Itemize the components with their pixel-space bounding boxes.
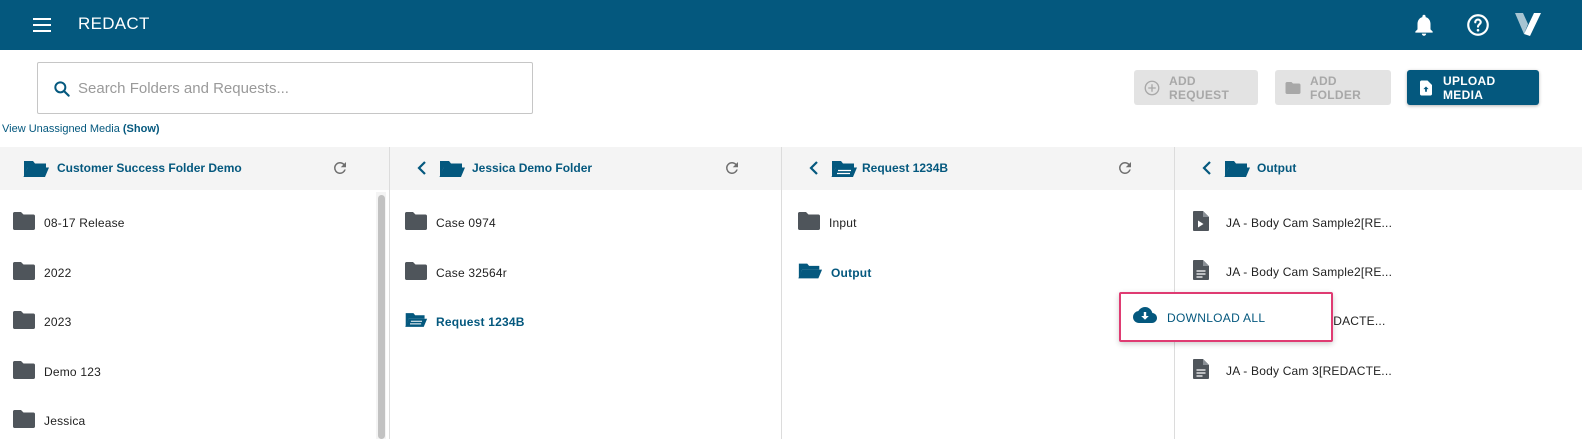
file-row[interactable]: JA - Body Cam Sample2[RE... — [1192, 259, 1393, 286]
brand-logo-icon — [1514, 10, 1542, 38]
refresh-icon[interactable] — [723, 159, 741, 182]
folder-label: Jessica — [44, 414, 86, 428]
request-folder-icon — [404, 310, 428, 335]
column-title: Customer Success Folder Demo — [57, 161, 242, 175]
folder-label: 2023 — [44, 315, 72, 329]
column-header-level-2: Request 1234B — [782, 147, 1174, 190]
document-file-icon — [1192, 259, 1210, 286]
add-request-label: ADD REQUEST — [1169, 73, 1230, 102]
request-label: Request 1234B — [436, 315, 525, 329]
folder-icon — [404, 211, 428, 236]
column-scrollbar[interactable] — [378, 195, 385, 439]
folder-row[interactable]: Case 0974 — [404, 211, 496, 235]
video-file-icon — [1192, 210, 1210, 237]
column-title: Request 1234B — [862, 161, 949, 175]
folder-label: Input — [829, 216, 857, 230]
context-menu: DOWNLOAD ALL — [1119, 292, 1333, 342]
folder-row[interactable]: Input — [797, 211, 857, 235]
folder-icon — [797, 211, 821, 236]
add-circle-icon — [1143, 79, 1161, 97]
chevron-left-icon[interactable] — [808, 160, 820, 181]
folder-row[interactable]: 08-17 Release — [12, 211, 125, 235]
column-divider — [389, 147, 390, 439]
folder-icon — [1284, 79, 1302, 97]
column-header-level-1: Jessica Demo Folder — [390, 147, 781, 190]
top-app-bar: REDACT — [0, 0, 1582, 50]
cloud-download-icon — [1133, 306, 1157, 329]
folder-label: Case 0974 — [436, 216, 496, 230]
folder-open-icon — [797, 261, 823, 286]
folder-label: Case 32564r — [436, 266, 507, 280]
app-title: REDACT — [78, 14, 150, 33]
column-header-root: Customer Success Folder Demo — [0, 147, 389, 190]
folder-icon — [12, 261, 36, 286]
upload-media-button[interactable]: UPLOAD MEDIA — [1407, 70, 1539, 105]
column-title: Output — [1257, 161, 1297, 175]
folder-row[interactable]: Case 32564r — [404, 261, 507, 285]
search-icon — [52, 79, 72, 99]
file-label: JA - Body Cam 3[REDACTE... — [1226, 364, 1392, 378]
folder-row-selected[interactable]: Output — [797, 261, 872, 285]
hamburger-menu-icon[interactable] — [31, 14, 53, 36]
folder-icon — [12, 360, 36, 385]
add-folder-label: ADD FOLDER — [1310, 73, 1362, 102]
file-label: EDACTE... — [1325, 314, 1386, 328]
search-box — [37, 62, 533, 114]
column-title: Jessica Demo Folder — [472, 161, 593, 175]
unassigned-media-line: View Unassigned Media (Show) — [2, 123, 160, 135]
folder-row[interactable]: 2022 — [12, 261, 72, 285]
folder-icon — [12, 409, 36, 434]
column-header-level-3: Output — [1175, 147, 1582, 190]
folder-label: 2022 — [44, 266, 72, 280]
folder-open-icon — [22, 159, 50, 184]
folder-label: Demo 123 — [44, 365, 101, 379]
refresh-icon[interactable] — [331, 159, 349, 182]
add-request-button[interactable]: ADD REQUEST — [1134, 70, 1258, 105]
upload-media-label: UPLOAD MEDIA — [1443, 73, 1496, 102]
file-row[interactable]: JA - Body Cam Sample2[RE... — [1192, 210, 1393, 237]
file-upload-icon — [1417, 79, 1435, 97]
folder-row[interactable]: Demo 123 — [12, 360, 101, 384]
folder-icon — [12, 211, 36, 236]
unassigned-media-text: View Unassigned Media — [2, 123, 120, 135]
bell-icon[interactable] — [1411, 12, 1437, 38]
folder-open-icon — [1223, 159, 1251, 184]
folder-row[interactable]: 2023 — [12, 310, 72, 334]
file-label: JA - Body Cam Sample2[RE... — [1226, 265, 1393, 279]
document-file-icon — [1192, 358, 1210, 385]
search-input[interactable] — [78, 73, 518, 103]
folder-open-icon — [438, 159, 466, 184]
folder-icon — [12, 310, 36, 335]
show-unassigned-link[interactable]: (Show) — [123, 123, 160, 135]
column-divider — [781, 147, 782, 439]
add-folder-button[interactable]: ADD FOLDER — [1275, 70, 1391, 105]
folder-icon — [404, 261, 428, 286]
request-row-selected[interactable]: Request 1234B — [404, 310, 525, 334]
folder-label: Output — [831, 266, 872, 280]
folder-row[interactable]: Jessica — [12, 409, 85, 433]
folder-label: 08-17 Release — [44, 216, 125, 230]
chevron-left-icon[interactable] — [1201, 160, 1213, 181]
request-folder-icon — [830, 159, 858, 184]
help-icon[interactable] — [1465, 12, 1491, 38]
file-row[interactable]: JA - Body Cam 3[REDACTE... — [1192, 358, 1392, 385]
chevron-left-icon[interactable] — [416, 160, 428, 181]
refresh-icon[interactable] — [1116, 159, 1134, 182]
download-all-label: DOWNLOAD ALL — [1167, 310, 1266, 325]
download-all-menu-item[interactable]: DOWNLOAD ALL — [1133, 306, 1265, 329]
file-label: JA - Body Cam Sample2[RE... — [1226, 216, 1393, 230]
